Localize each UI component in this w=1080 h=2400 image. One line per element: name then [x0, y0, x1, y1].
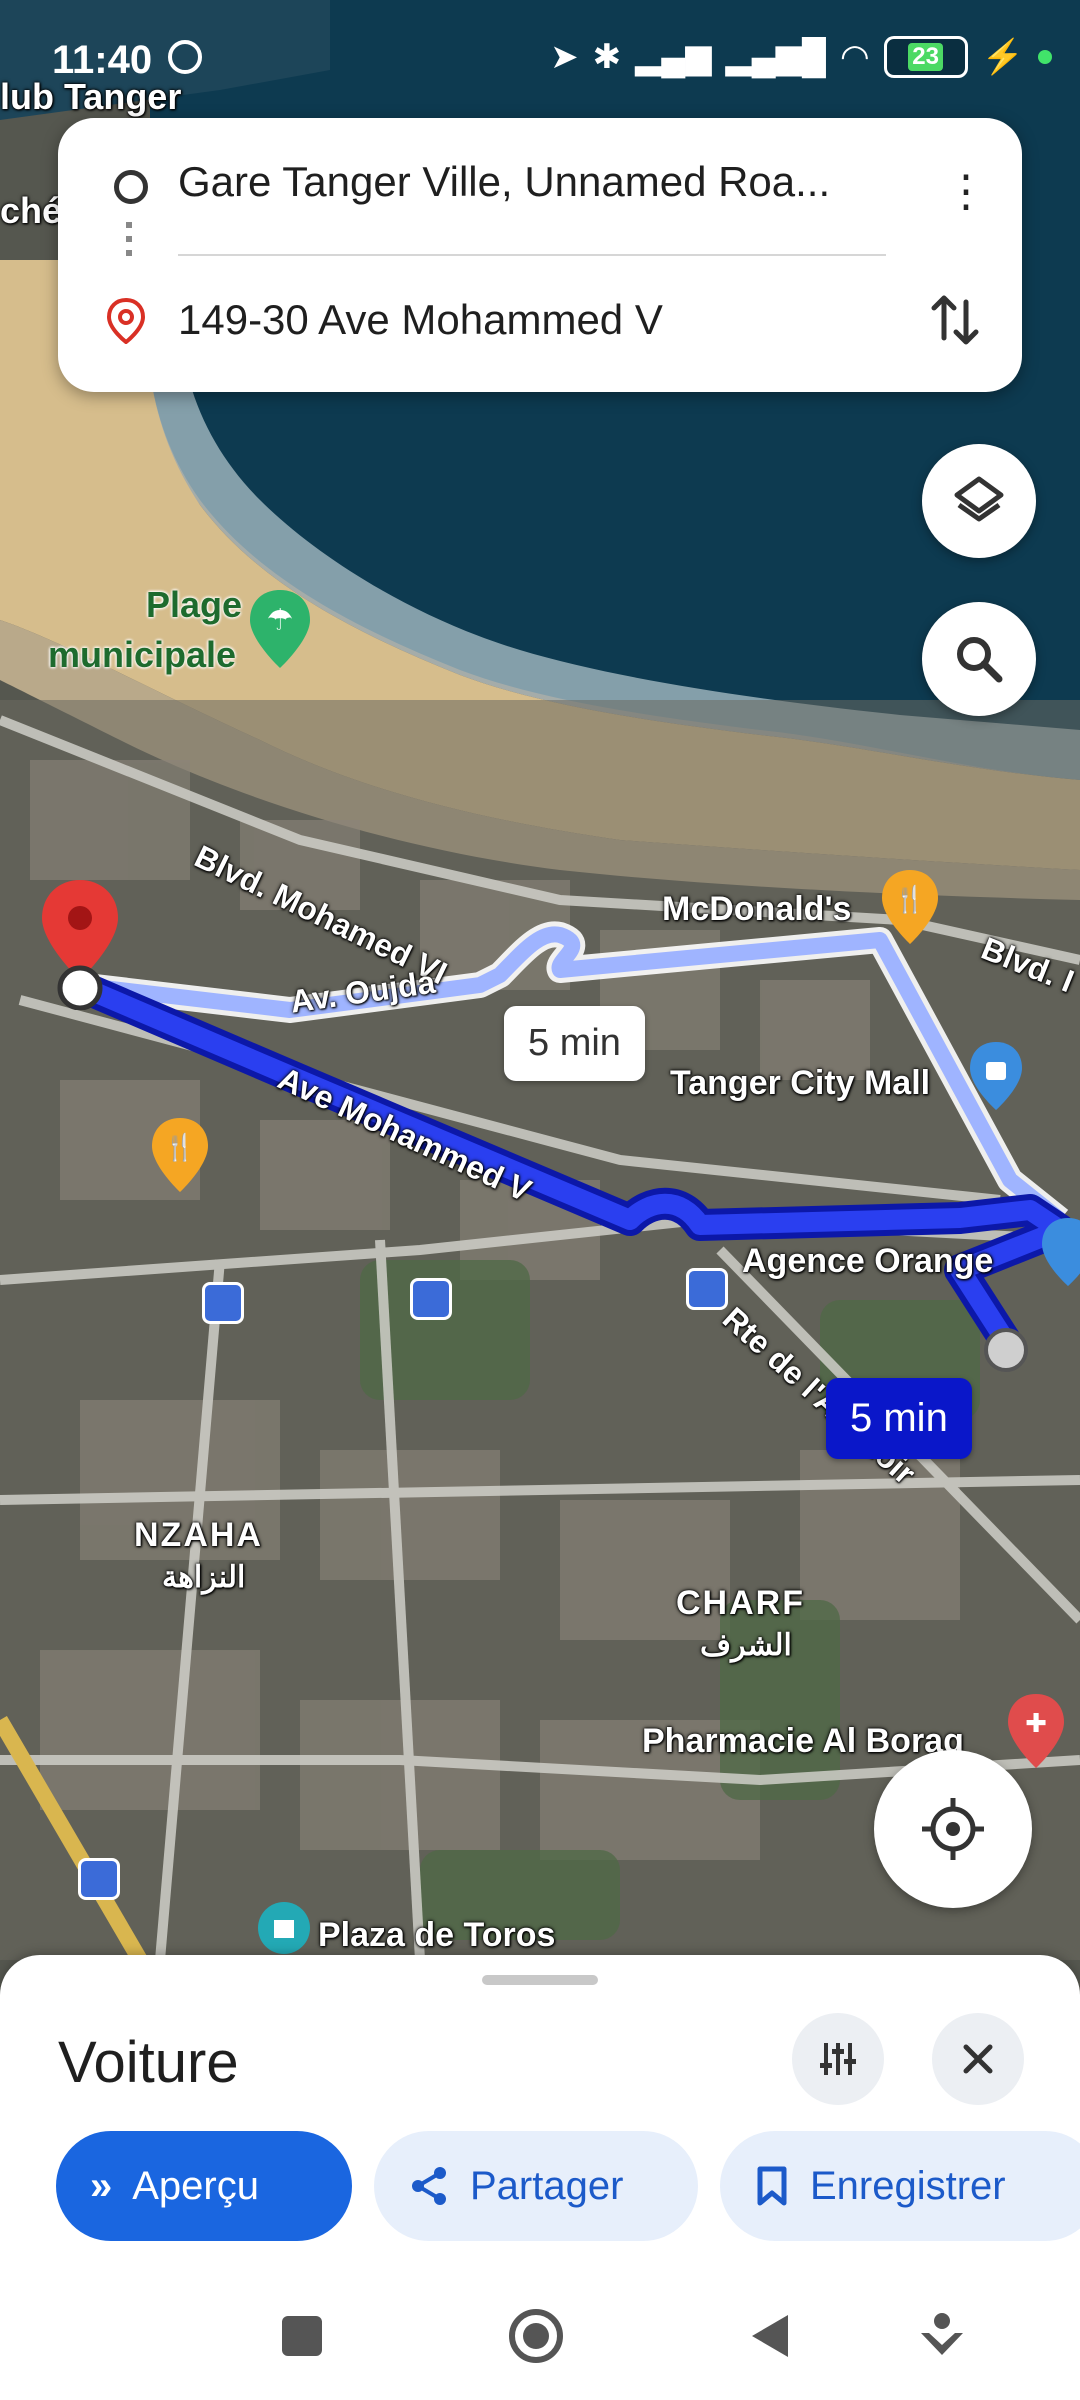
map-label: ché [0, 190, 63, 231]
route-dots-icon [126, 222, 132, 262]
map-label: النزاهة [162, 1561, 246, 1594]
shopping-poi-icon[interactable] [1040, 1218, 1080, 1288]
charging-dot-icon [1038, 50, 1052, 64]
tune-icon [820, 2043, 856, 2075]
restaurant-poi-icon[interactable]: 🍴 [150, 1118, 210, 1194]
battery-level: 23 [908, 43, 943, 71]
whatsapp-icon [168, 40, 202, 74]
map-label: Agence Orange [742, 1242, 994, 1280]
map-label: Pharmacie Al Boraq [642, 1722, 964, 1760]
assistant-button[interactable] [912, 2306, 972, 2366]
home-button[interactable] [506, 2306, 566, 2366]
bookmark-icon [757, 2166, 787, 2206]
map-label: Plage [146, 584, 243, 625]
status-time: 11:40 [52, 38, 153, 82]
my-location-button[interactable] [874, 1750, 1032, 1908]
back-button[interactable] [740, 2306, 800, 2366]
square-icon [282, 2316, 322, 2356]
destination-pin-icon [106, 298, 146, 344]
shopping-poi-icon[interactable] [968, 1042, 1024, 1112]
search-icon [957, 637, 1003, 683]
map-label: NZAHA [134, 1516, 263, 1554]
origin-field[interactable]: Gare Tanger Ville, Unnamed Roa... [178, 158, 830, 206]
double-chevron-icon: » [90, 2163, 113, 2208]
beach-poi-icon[interactable]: ☂ [248, 590, 312, 670]
wifi-icon: ◠ [839, 38, 870, 76]
restaurant-poi-icon[interactable]: 🍴 [880, 870, 940, 946]
alt-route-time-bubble[interactable]: 5 min [504, 1006, 645, 1081]
close-button[interactable] [932, 2013, 1024, 2105]
destination-field[interactable]: 149-30 Ave Mohammed V [178, 296, 663, 344]
back-triangle-icon [752, 2315, 788, 2357]
share-label: Partager [470, 2163, 624, 2208]
field-divider [178, 254, 886, 256]
origin-circle-icon [114, 170, 148, 204]
destination-pin-icon[interactable] [40, 880, 120, 1010]
svg-text:🍴: 🍴 [894, 884, 926, 915]
charging-icon: ⚡ [981, 38, 1024, 76]
my-location-icon [922, 1798, 984, 1860]
map-label: municipale [48, 634, 237, 675]
share-button[interactable]: Partager [374, 2131, 698, 2241]
system-nav-bar [0, 2270, 1080, 2400]
main-route-time-bubble[interactable]: 5 min [826, 1378, 972, 1459]
search-button[interactable] [922, 602, 1036, 716]
assistant-icon [921, 2313, 963, 2355]
close-icon [963, 2044, 993, 2074]
pharmacy-poi-icon[interactable]: ✚ [1006, 1694, 1066, 1770]
svg-text:✚: ✚ [1025, 1709, 1047, 1739]
status-icons: ➤ ✱ ▂▄▆ ▂▄▆█ ◠ 23 ⚡ [550, 36, 1052, 78]
svg-text:🍴: 🍴 [164, 1132, 196, 1163]
bus-stop-icon[interactable] [686, 1268, 728, 1310]
bus-stop-icon[interactable] [202, 1282, 244, 1324]
landmark-poi-icon[interactable] [256, 1900, 312, 1956]
bluetooth-icon: ✱ [592, 38, 622, 76]
map-label: McDonald's [662, 890, 852, 928]
bus-stop-icon[interactable] [78, 1858, 120, 1900]
layers-button[interactable] [922, 444, 1036, 558]
battery-icon: 23 [883, 36, 968, 78]
share-icon [412, 2167, 446, 2205]
bus-stop-icon[interactable] [410, 1278, 452, 1320]
svg-text:☂: ☂ [267, 603, 294, 638]
signal-icon: ▂▄▆█ [725, 38, 826, 76]
location-icon: ➤ [550, 38, 579, 76]
swap-vertical-icon[interactable] [928, 290, 982, 350]
route-options-button[interactable] [792, 2013, 884, 2105]
map-label: Plaza de Toros [318, 1916, 556, 1954]
map-label: CHARF [676, 1584, 805, 1622]
status-bar: 11:40 ➤ ✱ ▂▄▆ ▂▄▆█ ◠ 23 ⚡ [0, 0, 1080, 110]
circle-icon [509, 2309, 563, 2363]
travel-mode-title: Voiture [58, 2030, 239, 2095]
layers-icon [954, 476, 1004, 522]
more-vert-icon[interactable]: ⋮ [944, 162, 988, 222]
map-label: الشرف [700, 1629, 792, 1662]
route-card: Gare Tanger Ville, Unnamed Roa... 149-30… [58, 118, 1022, 392]
save-label: Enregistrer [810, 2163, 1006, 2208]
signal-icon: ▂▄▆ [635, 38, 712, 76]
preview-button[interactable]: » Aperçu [56, 2131, 352, 2241]
recents-button[interactable] [272, 2306, 332, 2366]
sheet-drag-handle[interactable] [482, 1975, 598, 1985]
preview-label: Aperçu [132, 2163, 259, 2208]
map-label: Tanger City Mall [670, 1064, 931, 1102]
save-button[interactable]: Enregistrer [720, 2131, 1080, 2241]
